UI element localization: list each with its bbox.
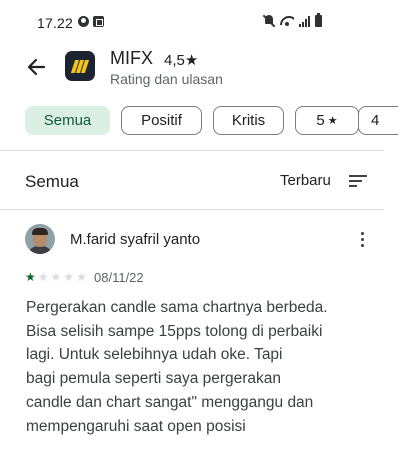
app-rating: 4,5★ bbox=[164, 52, 199, 69]
star-empty-icon: ★ bbox=[37, 270, 49, 284]
review-line: lagi. Untuk selebihnya udah oke. Tapi bbox=[26, 346, 283, 364]
page-subtitle: Rating dan ulasan bbox=[110, 71, 223, 87]
avatar bbox=[25, 224, 55, 254]
system-icons bbox=[263, 13, 322, 27]
star-empty-icon: ★ bbox=[50, 270, 62, 284]
reviewer-name: M.farid syafril yanto bbox=[70, 231, 201, 248]
mifx-app-icon bbox=[65, 51, 95, 81]
divider bbox=[0, 150, 384, 151]
review-date: 08/11/22 bbox=[94, 270, 144, 285]
review-text: Pergerakan candle sama chartnya berbeda.… bbox=[26, 296, 371, 438]
star-icon: ★ bbox=[327, 115, 338, 127]
review-line: candle dan chart sangat" menggangu dan bbox=[26, 393, 314, 411]
chip-positif[interactable]: Positif bbox=[121, 106, 202, 135]
sort-icon bbox=[349, 175, 367, 187]
notification-icons bbox=[78, 16, 104, 27]
chip-4-star[interactable]: 4 bbox=[358, 106, 398, 135]
arrow-left-icon bbox=[27, 58, 46, 76]
status-time: 17.22 bbox=[37, 15, 74, 31]
sort-label: Terbaru bbox=[280, 172, 331, 189]
more-vert-icon bbox=[361, 232, 364, 235]
chip-label: Positif bbox=[141, 112, 182, 129]
review-line: Bisa selisih sampe 15pps tolong di perba… bbox=[26, 322, 323, 340]
wifi-icon bbox=[280, 15, 294, 27]
chip-label: 4 bbox=[371, 112, 380, 129]
divider bbox=[0, 209, 384, 210]
signal-icon bbox=[299, 15, 310, 27]
star-filled-icon: ★ bbox=[25, 270, 36, 284]
chip-kritis[interactable]: Kritis bbox=[213, 106, 284, 135]
review-line: mempengaruhi saat open posisi bbox=[26, 417, 246, 435]
battery-icon bbox=[315, 13, 322, 27]
star-empty-icon: ★ bbox=[76, 270, 87, 284]
status-bar: 17.22 bbox=[0, 0, 414, 46]
chip-5-star[interactable]: 5 ★ bbox=[295, 106, 359, 135]
app-name: MIFX bbox=[110, 48, 153, 68]
sort-button[interactable]: Terbaru bbox=[280, 172, 367, 194]
gallery-icon bbox=[93, 16, 104, 27]
section-title: Semua bbox=[25, 172, 79, 191]
chip-label: Semua bbox=[43, 112, 92, 129]
review-line: bagi pemula seperti saya pergerakan bbox=[26, 370, 282, 388]
chip-semua[interactable]: Semua bbox=[25, 106, 110, 135]
app-header: MIFX 4,5★ Rating dan ulasan bbox=[0, 46, 414, 90]
rating-stars: ★ ★ ★ ★ ★ bbox=[25, 270, 87, 284]
whatsapp-icon bbox=[78, 16, 89, 27]
star-empty-icon: ★ bbox=[63, 270, 75, 284]
chip-label: Kritis bbox=[231, 112, 266, 129]
mute-icon bbox=[263, 14, 275, 27]
review-line: Pergerakan candle sama chartnya berbeda. bbox=[26, 299, 328, 316]
back-button[interactable] bbox=[24, 56, 50, 78]
chip-label: 5 bbox=[316, 112, 325, 129]
more-options-button[interactable] bbox=[355, 230, 369, 248]
